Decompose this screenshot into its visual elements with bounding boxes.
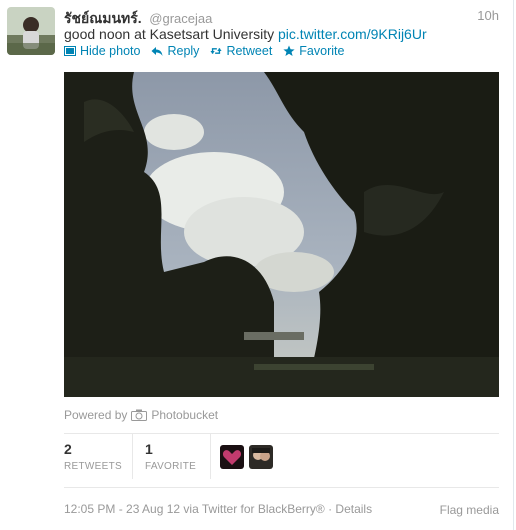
tweet-text: good noon at Kasetsart University pic.tw… (64, 26, 427, 42)
retweet-icon (210, 48, 223, 54)
retweet-label: Retweet (226, 44, 273, 58)
retweets-count: 2 (64, 441, 72, 457)
stats-divider (210, 434, 211, 479)
footer-divider (64, 487, 499, 488)
favoriter-avatar[interactable] (249, 445, 273, 469)
tweet-time[interactable]: 10h (477, 8, 499, 23)
photo-provider-link[interactable]: Photobucket (151, 408, 218, 422)
photo-image (64, 72, 499, 397)
hide-photo-label: Hide photo (80, 44, 141, 58)
tweet: รัชย์ณมนทร์. @gracejaa 10h good noon at … (0, 0, 514, 530)
tweet-header: รัชย์ณมนทร์. @gracejaa 10h (64, 8, 499, 26)
reply-button[interactable]: Reply (151, 44, 199, 58)
powered-by-label: Powered by (64, 408, 128, 422)
favorites-stat[interactable]: 1 FAVORITE (145, 441, 196, 472)
star-icon (283, 45, 295, 56)
reply-label: Reply (167, 44, 200, 58)
user-username[interactable]: @gracejaa (149, 11, 212, 26)
favorite-button[interactable]: Favorite (283, 44, 344, 58)
tweet-text-body: good noon at Kasetsart University (64, 26, 279, 42)
stats-divider (132, 434, 133, 479)
favorites-count: 1 (145, 441, 153, 457)
user-fullname[interactable]: รัชย์ณมนทร์. (64, 10, 142, 26)
retweets-stat[interactable]: 2 RETWEETS (64, 441, 122, 472)
tweet-actions: Hide photo Reply Retweet Favorite (64, 44, 344, 58)
tweet-photo-link[interactable]: pic.twitter.com/9KRij6Ur (278, 26, 427, 42)
favorites-label: FAVORITE (145, 461, 197, 472)
avatar[interactable] (7, 7, 55, 55)
tweet-footer[interactable]: 12:05 PM - 23 Aug 12 via Twitter for Bla… (64, 502, 372, 516)
flag-media-link[interactable]: Flag media (440, 503, 499, 517)
stats-divider-top (64, 433, 499, 434)
tweet-photo[interactable] (64, 72, 499, 397)
favoriter-avatar[interactable] (220, 445, 244, 469)
retweets-label: RETWEETS (64, 461, 122, 472)
hide-photo-button[interactable]: Hide photo (64, 44, 140, 58)
retweet-button[interactable]: Retweet (210, 44, 272, 58)
photo-icon (64, 46, 76, 56)
reply-icon (151, 47, 163, 56)
camera-icon (131, 409, 148, 421)
favorite-label: Favorite (299, 44, 345, 58)
powered-by: Powered by Photobucket (64, 408, 218, 422)
